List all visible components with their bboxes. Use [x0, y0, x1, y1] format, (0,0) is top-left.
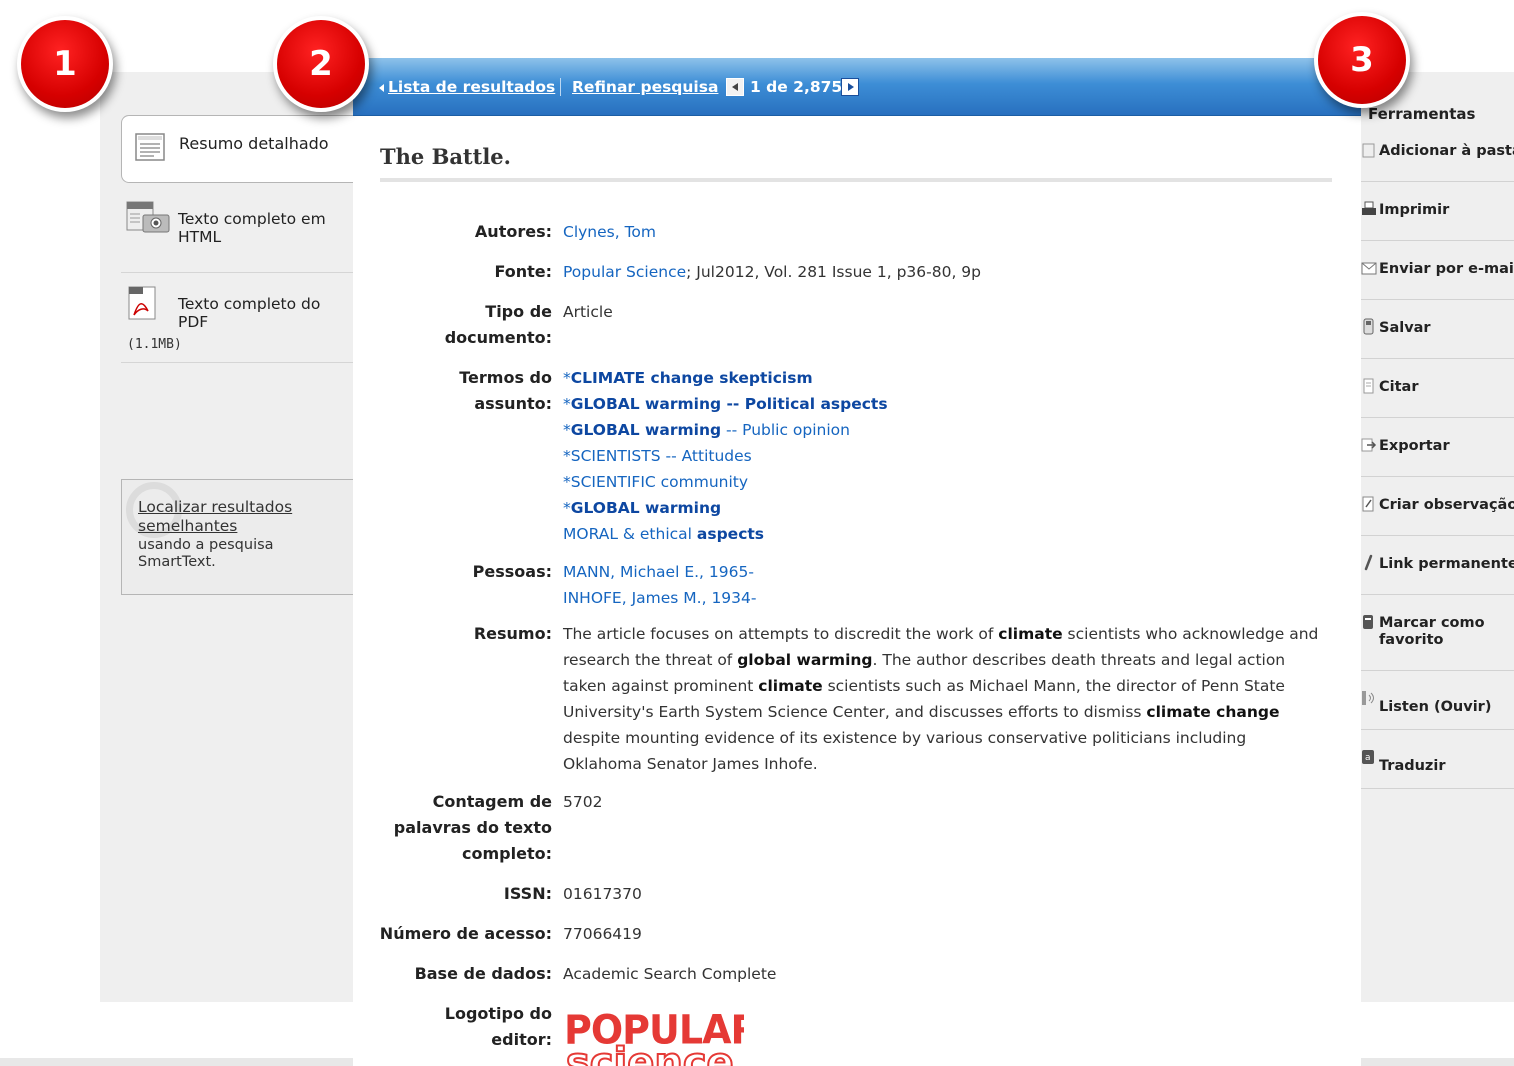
format-detailed-label: Resumo detalhado — [179, 134, 329, 153]
pdf-document-icon — [126, 285, 160, 327]
source-journal-link[interactable]: Popular Science — [563, 263, 686, 281]
back-arrow-icon — [379, 84, 384, 92]
author-link[interactable]: Clynes, Tom — [563, 219, 656, 245]
abstract-text: The article focuses on attempts to discr… — [563, 625, 1319, 773]
source-details: ; Jul2012, Vol. 281 Issue 1, p36-80, 9p — [686, 263, 982, 281]
previous-result-button[interactable] — [726, 78, 744, 96]
accession-label: Número de acesso: — [379, 924, 552, 943]
database-value: Academic Search Complete — [563, 965, 777, 983]
previous-arrow-icon — [732, 83, 738, 91]
format-html-fulltext[interactable]: Texto completo em HTML — [121, 183, 353, 273]
subject-term[interactable]: *GLOBAL warming -- Public opinion — [563, 417, 888, 443]
refine-search-link[interactable]: Refinar pesquisa — [572, 78, 718, 96]
format-pdf-label: Texto completo do PDF — [178, 295, 321, 331]
issn-value: 01617370 — [563, 885, 642, 903]
next-arrow-icon — [848, 83, 854, 91]
article-title: The Battle. — [380, 144, 511, 169]
tool-create-note[interactable]: Criar observação — [1361, 477, 1514, 536]
people-label: Pessoas: — [472, 562, 552, 581]
callout-badge-2: 2 — [273, 16, 369, 112]
title-divider — [380, 178, 1332, 182]
source-value: Popular Science; Jul2012, Vol. 281 Issue… — [563, 259, 981, 285]
save-icon — [1361, 318, 1375, 336]
callout-badge-1: 1 — [17, 16, 113, 112]
result-navigation-bar: Lista de resultados Refinar pesquisa 1 d… — [353, 58, 1361, 116]
tool-permalink[interactable]: Link permanente — [1361, 536, 1514, 595]
note-icon — [1361, 495, 1375, 513]
find-similar-box: Localizar resultados semelhantes usando … — [121, 479, 353, 595]
accession-value: 77066419 — [563, 925, 642, 943]
tool-listen[interactable]: Listen (Ouvir) — [1361, 671, 1514, 730]
tool-cite[interactable]: Citar — [1361, 359, 1514, 418]
people-list: MANN, Michael E., 1965- INHOFE, James M.… — [563, 559, 757, 611]
cite-icon — [1361, 377, 1375, 395]
tool-save[interactable]: Salvar — [1361, 300, 1514, 359]
tool-add-to-folder[interactable]: Adicionar à pasta — [1361, 123, 1514, 182]
find-similar-link[interactable]: Localizar resultados semelhantes — [138, 498, 353, 536]
nav-separator — [560, 78, 561, 96]
subject-term[interactable]: *CLIMATE change skepticism — [563, 365, 888, 391]
word-count-value: 5702 — [563, 793, 603, 811]
pdf-file-size: (1.1MB) — [121, 331, 353, 363]
find-similar-description: usando a pesquisa SmartText. — [138, 537, 274, 570]
subject-terms-list: *CLIMATE change skepticism *GLOBAL warmi… — [563, 365, 888, 547]
folder-icon — [1361, 141, 1375, 159]
tool-print[interactable]: Imprimir — [1361, 182, 1514, 241]
export-icon — [1361, 436, 1377, 454]
subject-term[interactable]: MORAL & ethical aspects — [563, 521, 888, 547]
results-list-link[interactable]: Lista de resultados — [388, 78, 555, 96]
doc-type-label: Tipo de documento: — [444, 302, 552, 347]
authors-label: Autores: — [474, 222, 552, 241]
issn-label: ISSN: — [503, 884, 552, 903]
format-panel: Resumo detalhado Texto completo em HTML — [121, 115, 353, 363]
abstract-label: Resumo: — [473, 624, 552, 643]
subject-term[interactable]: *SCIENTIFIC community — [563, 469, 888, 495]
permalink-icon — [1361, 554, 1375, 572]
person-link[interactable]: INHOFE, James M., 1934- — [563, 585, 757, 611]
next-result-button[interactable] — [841, 78, 859, 96]
tool-translate[interactable]: a Traduzir — [1361, 730, 1514, 789]
subject-term[interactable]: *GLOBAL warming — [563, 495, 888, 521]
record-panel: Lista de resultados Refinar pesquisa 1 d… — [353, 58, 1361, 1066]
source-label: Fonte: — [494, 262, 552, 281]
email-icon — [1361, 259, 1377, 277]
publisher-logo-label: Logotipo do editor: — [444, 1004, 552, 1049]
printer-icon — [1361, 200, 1376, 218]
callout-badge-3: 3 — [1314, 12, 1410, 108]
bookmark-icon — [1361, 613, 1375, 631]
format-html-label: Texto completo em HTML — [178, 210, 326, 246]
listen-icon — [1361, 689, 1375, 707]
translate-icon: a — [1361, 748, 1375, 766]
person-link[interactable]: MANN, Michael E., 1965- — [563, 559, 757, 585]
svg-text:a: a — [1365, 753, 1371, 763]
word-count-label: Contagem de palavras do texto completo: — [393, 792, 552, 863]
pagination-label: 1 de 2,875 — [750, 78, 843, 96]
detailed-record-icon — [134, 131, 168, 169]
database-label: Base de dados: — [414, 964, 552, 983]
doc-type-value: Article — [563, 303, 613, 321]
tool-export[interactable]: Exportar — [1361, 418, 1514, 477]
subject-term[interactable]: *GLOBAL warming -- Political aspects — [563, 391, 888, 417]
format-pdf-fulltext[interactable]: Texto completo do PDF — [121, 273, 353, 331]
format-detailed-record[interactable]: Resumo detalhado — [121, 115, 353, 183]
publisher-logo[interactable]: POPULAR science — [564, 1010, 744, 1066]
tool-email[interactable]: Enviar por e-mail — [1361, 241, 1514, 300]
tools-heading: Ferramentas — [1368, 105, 1476, 123]
subject-term[interactable]: *SCIENTISTS -- Attitudes — [563, 443, 888, 469]
subject-terms-label: Termos do assunto: — [459, 368, 552, 413]
tool-bookmark[interactable]: Marcar como favorito — [1361, 595, 1514, 671]
html-document-icon — [126, 200, 172, 238]
